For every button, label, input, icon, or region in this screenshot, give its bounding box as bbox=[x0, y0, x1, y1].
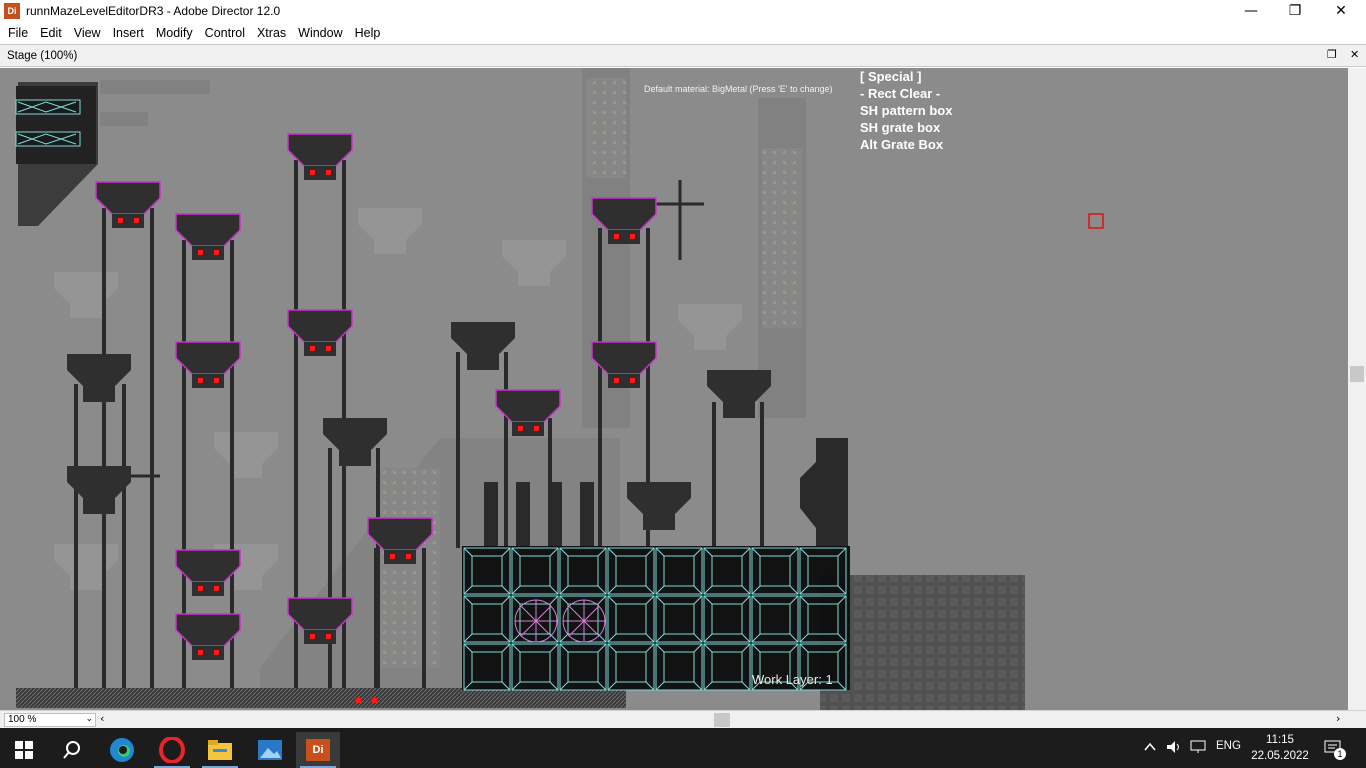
search-icon[interactable] bbox=[50, 732, 94, 768]
stage-title: Stage (100%) bbox=[7, 49, 78, 62]
menu-modify[interactable]: Modify bbox=[150, 26, 199, 40]
red-light bbox=[390, 554, 395, 559]
menu-view[interactable]: View bbox=[68, 26, 107, 40]
special-menu-item[interactable]: Alt Grate Box bbox=[860, 136, 952, 153]
hopper-base bbox=[384, 550, 416, 564]
stage-bottom-bar: 100 % ⌄ ‹ › bbox=[0, 710, 1366, 728]
floor-red-light bbox=[372, 698, 377, 703]
red-light bbox=[406, 554, 411, 559]
level-editor-scene bbox=[15, 68, 1104, 710]
director-app-icon: Di bbox=[4, 3, 20, 19]
special-tool-menu: [ Special ] - Rect Clear - SH pattern bo… bbox=[860, 68, 952, 153]
red-light bbox=[134, 218, 139, 223]
window-title: runnMazeLevelEditorDR3 - Adobe Director … bbox=[26, 4, 281, 18]
red-light bbox=[630, 234, 635, 239]
clock-date: 22.05.2022 bbox=[1251, 750, 1309, 762]
red-light bbox=[310, 634, 315, 639]
special-menu-item[interactable]: SH pattern box bbox=[860, 102, 952, 119]
system-clock[interactable]: 11:15 22.05.2022 bbox=[1250, 732, 1310, 764]
red-light bbox=[614, 378, 619, 383]
menu-window[interactable]: Window bbox=[292, 26, 348, 40]
scroll-right-icon[interactable]: › bbox=[1336, 712, 1340, 725]
hopper-base bbox=[304, 630, 336, 644]
opera-browser-icon[interactable] bbox=[150, 732, 194, 768]
vertical-scrollbar[interactable] bbox=[1348, 68, 1366, 710]
zoom-select[interactable]: 100 % ⌄ bbox=[4, 713, 96, 727]
red-light bbox=[214, 586, 219, 591]
file-explorer-icon[interactable] bbox=[198, 732, 242, 768]
close-button[interactable]: ✕ bbox=[1318, 0, 1364, 22]
director-icon: Di bbox=[306, 739, 330, 761]
menu-edit[interactable]: Edit bbox=[34, 26, 68, 40]
tile-palette[interactable] bbox=[462, 546, 850, 691]
red-light bbox=[214, 378, 219, 383]
grid-block bbox=[820, 575, 1025, 710]
zoom-value: 100 % bbox=[8, 714, 37, 725]
hopper-base bbox=[608, 374, 640, 388]
menu-xtras[interactable]: Xtras bbox=[251, 26, 292, 40]
horizontal-scroll-thumb[interactable] bbox=[714, 713, 730, 727]
menu-control[interactable]: Control bbox=[199, 26, 251, 40]
taskbar: Di ENG 11:15 22.05.2022 1 bbox=[0, 728, 1366, 768]
hopper-base bbox=[192, 246, 224, 260]
speaker-icon[interactable] bbox=[1166, 740, 1182, 754]
hopper-base bbox=[192, 582, 224, 596]
red-light bbox=[214, 650, 219, 655]
adobe-director-taskbar-button[interactable]: Di bbox=[296, 732, 340, 768]
edge-browser-icon[interactable] bbox=[100, 732, 144, 768]
red-light bbox=[198, 650, 203, 655]
vertical-scroll-thumb[interactable] bbox=[1350, 366, 1364, 382]
clock-time: 11:15 bbox=[1266, 734, 1294, 746]
red-light bbox=[614, 234, 619, 239]
red-light bbox=[198, 586, 203, 591]
scroll-left-icon[interactable]: ‹ bbox=[100, 712, 104, 725]
red-light bbox=[310, 170, 315, 175]
hopper-base bbox=[608, 230, 640, 244]
special-menu-item[interactable]: SH grate box bbox=[860, 119, 952, 136]
notification-badge: 1 bbox=[1334, 748, 1346, 760]
red-light bbox=[630, 378, 635, 383]
stage-window-header: Stage (100%) ❐ ✕ bbox=[0, 44, 1366, 67]
corner-sign bbox=[15, 82, 98, 226]
floor-red-light bbox=[356, 698, 361, 703]
chevron-up-icon[interactable] bbox=[1144, 742, 1156, 752]
red-light bbox=[198, 250, 203, 255]
red-light bbox=[310, 346, 315, 351]
chevron-down-icon[interactable]: ⌄ bbox=[85, 713, 93, 725]
red-light bbox=[214, 250, 219, 255]
hopper-base bbox=[304, 166, 336, 180]
photos-icon[interactable] bbox=[248, 732, 292, 768]
title-bar: Di runnMazeLevelEditorDR3 - Adobe Direct… bbox=[0, 0, 1366, 22]
menu-file[interactable]: File bbox=[2, 26, 34, 40]
hopper-base bbox=[192, 374, 224, 388]
stage-canvas[interactable]: Default material: BigMetal (Press 'E' to… bbox=[0, 68, 1348, 710]
windows-start-icon[interactable] bbox=[2, 732, 46, 768]
red-light bbox=[326, 170, 331, 175]
hopper-base bbox=[304, 342, 336, 356]
work-layer-label: Work Layer: 1 bbox=[752, 672, 833, 687]
network-icon[interactable] bbox=[1190, 740, 1208, 754]
special-menu-header[interactable]: [ Special ] bbox=[860, 68, 952, 85]
menu-insert[interactable]: Insert bbox=[107, 26, 150, 40]
red-light bbox=[198, 378, 203, 383]
floor-hatch bbox=[16, 688, 626, 708]
red-light bbox=[326, 634, 331, 639]
special-menu-item[interactable]: - Rect Clear - bbox=[860, 85, 952, 102]
menu-help[interactable]: Help bbox=[349, 26, 387, 40]
red-light bbox=[518, 426, 523, 431]
language-indicator[interactable]: ENG bbox=[1216, 740, 1241, 752]
red-light bbox=[534, 426, 539, 431]
stage-restore-button[interactable]: ❐ bbox=[1327, 48, 1337, 61]
red-light bbox=[118, 218, 123, 223]
minimize-button[interactable]: — bbox=[1228, 0, 1274, 22]
hopper-base bbox=[112, 214, 144, 228]
hopper-base bbox=[512, 422, 544, 436]
maximize-button[interactable]: ❐ bbox=[1272, 0, 1318, 22]
editor-cursor bbox=[1088, 213, 1104, 229]
default-material-hint: Default material: BigMetal (Press 'E' to… bbox=[644, 84, 833, 94]
menu-bar: File Edit View Insert Modify Control Xtr… bbox=[0, 22, 1366, 43]
stage-close-button[interactable]: ✕ bbox=[1350, 48, 1359, 61]
hopper-base bbox=[192, 646, 224, 660]
red-light bbox=[326, 346, 331, 351]
